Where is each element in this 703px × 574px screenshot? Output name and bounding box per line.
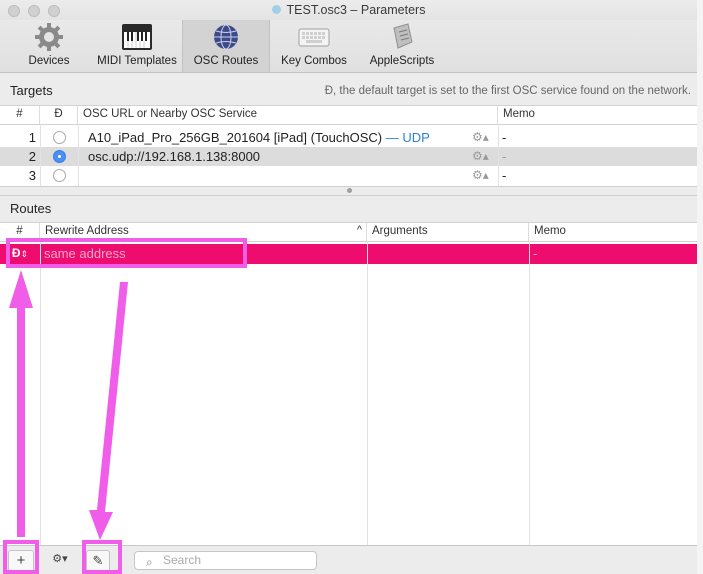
annotation-arrow-up xyxy=(9,270,33,537)
annotation-arrows xyxy=(9,270,128,540)
annotation-arrow-down xyxy=(89,282,128,540)
